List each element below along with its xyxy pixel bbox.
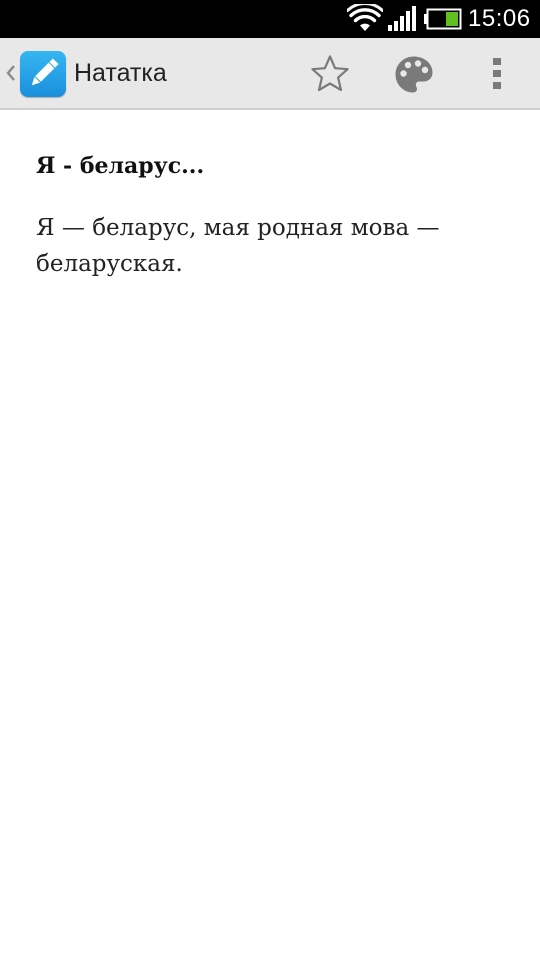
more-vert-icon bbox=[493, 58, 501, 89]
pencil-icon bbox=[31, 58, 59, 86]
action-bar: Нататка bbox=[0, 38, 540, 110]
status-time: 15:06 bbox=[468, 5, 531, 32]
note-body[interactable]: Я — беларус, мая родная мова — беларуска… bbox=[36, 210, 506, 282]
favorite-button[interactable] bbox=[294, 38, 366, 108]
overflow-menu-button[interactable] bbox=[460, 38, 536, 108]
star-icon bbox=[311, 55, 349, 92]
app-home-button[interactable] bbox=[20, 51, 66, 97]
palette-icon bbox=[395, 56, 433, 93]
battery-icon bbox=[424, 8, 462, 30]
page-title: Нататка bbox=[74, 59, 167, 87]
color-button[interactable] bbox=[378, 38, 450, 108]
chevron-left-icon[interactable] bbox=[3, 58, 17, 88]
wifi-icon bbox=[346, 2, 384, 34]
status-bar: 15:06 bbox=[0, 0, 540, 38]
note-title: Я - беларус... bbox=[36, 153, 205, 179]
signal-icon bbox=[387, 6, 419, 32]
